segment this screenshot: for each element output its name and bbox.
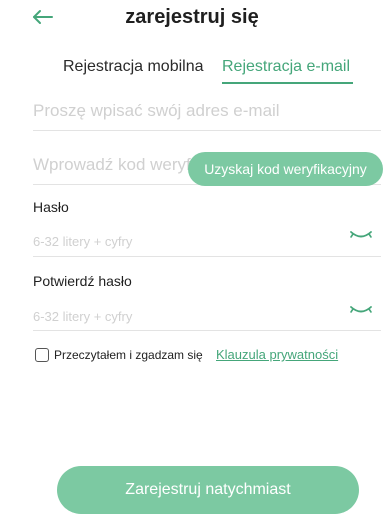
verification-code-input[interactable] xyxy=(33,154,193,176)
privacy-policy-link[interactable]: Klauzula prywatności xyxy=(216,347,338,362)
confirm-password-visibility-toggle[interactable] xyxy=(349,304,373,318)
password-field-wrapper xyxy=(33,232,381,251)
confirm-password-field-wrapper xyxy=(33,307,381,326)
page-title: zarejestruj się xyxy=(125,6,259,28)
register-now-button[interactable]: Zarejestruj natychmiast xyxy=(57,466,359,514)
email-field-wrapper xyxy=(33,100,381,122)
password-input[interactable] xyxy=(33,232,333,250)
privacy-agreement-checkbox[interactable] xyxy=(35,348,49,362)
registration-tabs: Rejestracja mobilna Rejestracja e-mail xyxy=(0,58,384,88)
confirm-password-input[interactable] xyxy=(33,307,333,325)
header: zarejestruj się xyxy=(0,0,384,40)
tab-email-registration[interactable]: Rejestracja e-mail xyxy=(222,58,350,76)
confirm-password-divider xyxy=(33,330,381,331)
email-divider xyxy=(33,130,381,131)
privacy-agreement-text: Przeczytałem i zgadzam się xyxy=(54,348,203,362)
tab-mobile-registration[interactable]: Rejestracja mobilna xyxy=(63,58,204,76)
get-verification-code-button[interactable]: Uzyskaj kod weryfikacyjny xyxy=(188,152,383,186)
confirm-password-label: Potwierdź hasło xyxy=(33,273,132,289)
eye-closed-icon xyxy=(350,306,372,313)
code-field-wrapper xyxy=(33,154,193,176)
password-divider xyxy=(33,256,381,257)
eye-closed-icon xyxy=(350,231,372,238)
password-label: Hasło xyxy=(33,199,69,215)
active-tab-indicator xyxy=(222,82,353,84)
email-input[interactable] xyxy=(33,100,381,122)
password-visibility-toggle[interactable] xyxy=(349,229,373,243)
